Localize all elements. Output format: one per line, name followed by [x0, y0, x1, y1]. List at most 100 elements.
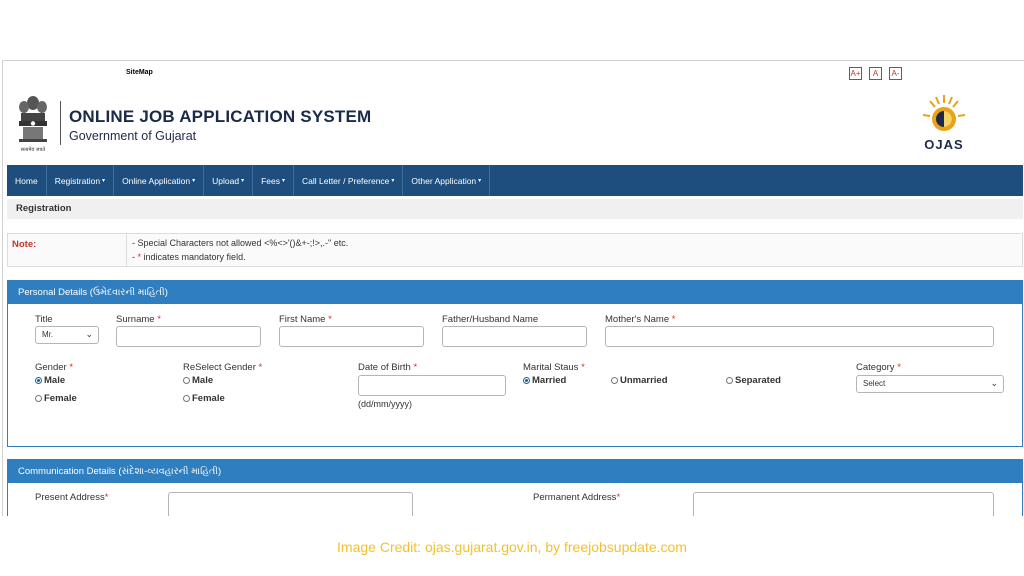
national-emblem-icon: सत्यमेव जयते [19, 96, 47, 153]
personal-details-panel: Personal Details (ઉમેદવારની માહિતી) Titl… [7, 280, 1023, 447]
communication-details-heading: Communication Details (સંદેશા-વ્યવહારની … [8, 460, 1022, 483]
note-mandatory: - * indicates mandatory field. [132, 252, 246, 262]
nav-upload[interactable]: Upload ▾ [204, 165, 254, 196]
marital-status-label-text: Marital Staus [523, 362, 579, 373]
mandatory-star: * [897, 362, 901, 373]
font-increase-button[interactable]: A+ [849, 67, 862, 80]
surname-label-text: Surname [116, 314, 155, 325]
font-decrease-button[interactable]: A- [889, 67, 902, 80]
nav-call-letter[interactable]: Call Letter / Preference ▾ [294, 165, 404, 196]
dob-label: Date of Birth * [358, 362, 417, 373]
reselect-gender-label: ReSelect Gender * [183, 362, 262, 373]
first-name-label-text: First Name [279, 314, 326, 325]
surname-label: Surname * [116, 314, 161, 325]
gender-label: Gender * [35, 362, 73, 373]
dob-input[interactable] [358, 375, 506, 396]
main-navigation: Home Registration ▾ Online Application ▾ U… [7, 165, 1023, 196]
radio-empty-icon [726, 377, 733, 384]
nav-label: Call Letter / Preference [302, 175, 390, 186]
radio-empty-icon [35, 395, 42, 402]
communication-details-panel: Communication Details (સંદેશા-વ્યવહારની … [7, 459, 1023, 516]
browser-page: SiteMap A+ A A- सत्यमेव जयते ONLINE JOB … [2, 60, 1024, 516]
present-address-input[interactable] [168, 492, 413, 516]
communication-details-body: Present Address* Permanent Address* [8, 483, 1022, 516]
radio-label: Male [44, 375, 66, 386]
category-value: Select [863, 379, 886, 388]
note-special-characters: - Special Characters not allowed <%<>'()… [132, 238, 349, 248]
reselect-gender-label-text: ReSelect Gender [183, 362, 256, 373]
caret-down-icon: ▾ [102, 178, 106, 184]
mandatory-star: * [616, 492, 621, 503]
mandatory-star: * [157, 314, 161, 325]
header-divider [60, 101, 61, 145]
nav-label: Online Application [122, 175, 191, 186]
site-header: सत्यमेव जयते ONLINE JOB APPLICATION SYST… [3, 87, 1024, 165]
mandatory-star: * [581, 362, 585, 373]
emblem-motto: सत्यमेव जयते [21, 146, 46, 153]
reselect-male-radio[interactable]: Male [183, 375, 213, 386]
mandatory-star: * [328, 314, 332, 325]
present-address-label: Present Address* [35, 492, 108, 503]
dob-label-text: Date of Birth [358, 362, 411, 373]
note-box: Note: - Special Characters not allowed <… [7, 233, 1023, 267]
nav-online-application[interactable]: Online Application ▾ [114, 165, 205, 196]
mother-name-input[interactable] [605, 326, 994, 347]
chevron-down-icon: ⌄ [990, 378, 998, 388]
radio-empty-icon [183, 395, 190, 402]
category-label: Category * [856, 362, 901, 373]
top-bar: SiteMap A+ A A- [3, 61, 1024, 87]
category-select[interactable]: Select ⌄ [856, 375, 1004, 393]
first-name-label: First Name * [279, 314, 332, 325]
gender-male-radio[interactable]: Male [35, 375, 65, 386]
font-normal-button[interactable]: A [869, 67, 882, 80]
present-address-label-text: Present Address [35, 492, 105, 503]
note-divider [126, 234, 127, 266]
marital-unmarried-radio[interactable]: Unmarried [611, 375, 668, 386]
gender-female-radio[interactable]: Female [35, 393, 77, 404]
mother-name-label-text: Mother's Name [605, 314, 670, 325]
title-value: Mr. [42, 330, 54, 339]
title-label: Title [35, 314, 53, 325]
radio-empty-icon [183, 377, 190, 384]
nav-registration[interactable]: Registration ▾ [47, 165, 115, 196]
first-name-input[interactable] [279, 326, 424, 347]
page-subtitle: Government of Gujarat [69, 129, 197, 143]
mandatory-star: * [69, 362, 74, 373]
father-husband-label: Father/Husband Name [442, 314, 539, 325]
marital-separated-radio[interactable]: Separated [726, 375, 781, 386]
reselect-female-radio[interactable]: Female [183, 393, 225, 404]
breadcrumb: Registration [7, 199, 1023, 219]
radio-label: Female [192, 393, 225, 404]
marital-married-radio[interactable]: Married [523, 375, 566, 386]
gender-label-text: Gender [35, 362, 67, 373]
caret-down-icon: ▾ [192, 178, 196, 184]
caret-down-icon: ▾ [391, 178, 395, 184]
permanent-address-label: Permanent Address* [533, 492, 620, 503]
nav-label: Fees [261, 175, 280, 186]
caret-down-icon: ▾ [478, 178, 482, 184]
image-credit: Image Credit: ojas.gujarat.gov.in, by fr… [337, 539, 687, 555]
nav-fees[interactable]: Fees ▾ [253, 165, 294, 196]
title-select[interactable]: Mr. ⌄ [35, 326, 99, 344]
father-husband-input[interactable] [442, 326, 587, 347]
ojas-logo-text: OJAS [924, 137, 963, 152]
chevron-down-icon: ⌄ [85, 329, 93, 339]
caret-down-icon: ▾ [241, 178, 245, 184]
radio-selected-icon [35, 377, 42, 384]
permanent-address-input[interactable] [693, 492, 994, 516]
radio-empty-icon [611, 377, 618, 384]
mandatory-star: * [671, 314, 676, 325]
caret-down-icon: ▾ [281, 178, 285, 184]
radio-label: Unmarried [620, 375, 668, 386]
nav-other-application[interactable]: Other Application ▾ [403, 165, 491, 196]
nav-label: Other Application [411, 175, 477, 186]
sitemap-link[interactable]: SiteMap [126, 69, 153, 76]
nav-home[interactable]: Home [7, 165, 47, 196]
note-label: Note: [12, 239, 37, 250]
mandatory-star: * [258, 362, 263, 373]
mandatory-star: * [413, 362, 418, 373]
surname-input[interactable] [116, 326, 261, 347]
mandatory-star: * [104, 492, 109, 503]
permanent-address-label-text: Permanent Address [533, 492, 617, 503]
radio-label: Male [192, 375, 214, 386]
